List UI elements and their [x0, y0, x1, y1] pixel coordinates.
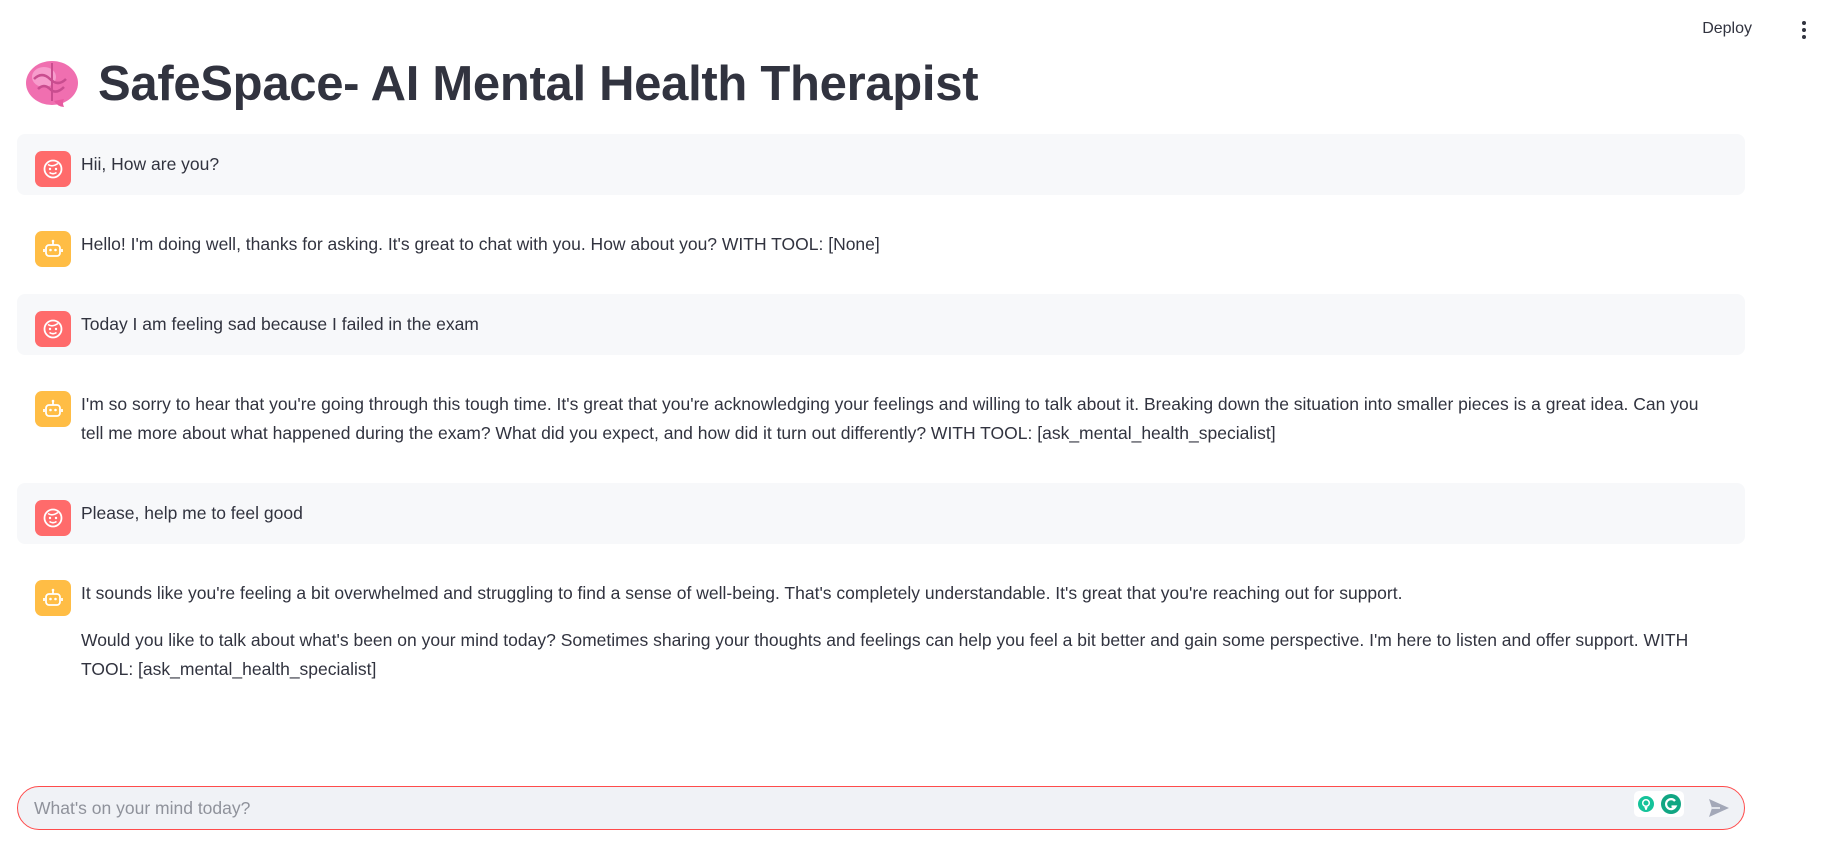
user-message: Hii, How are you?: [17, 134, 1745, 195]
message-text: Today I am feeling sad because I failed …: [81, 314, 479, 334]
assistant-message: I'm so sorry to hear that you're going t…: [17, 374, 1745, 464]
robot-icon: [43, 588, 63, 606]
robot-icon: [43, 239, 63, 257]
message-text: Would you like to talk about what's been…: [81, 630, 1689, 679]
message-text: Hii, How are you?: [81, 154, 220, 174]
assistant-avatar: [35, 391, 71, 427]
assistant-message: It sounds like you're feeling a bit over…: [17, 563, 1745, 700]
message-text: Please, help me to feel good: [81, 503, 303, 523]
page-header: SafeSpace- AI Mental Health Therapist: [24, 56, 979, 112]
user-avatar: [35, 151, 71, 187]
user-message: Today I am feeling sad because I failed …: [17, 294, 1745, 355]
user-message: Please, help me to feel good: [17, 483, 1745, 544]
message-text: Hello! I'm doing well, thanks for asking…: [81, 234, 880, 254]
chat-history: Hii, How are you? Hello! I'm doing well,…: [17, 134, 1745, 719]
top-toolbar: Deploy: [0, 0, 1830, 60]
robot-icon: [43, 399, 63, 417]
grammarly-icon[interactable]: [1660, 793, 1682, 815]
page-title: SafeSpace- AI Mental Health Therapist: [98, 57, 979, 111]
user-avatar: [35, 311, 71, 347]
user-avatar: [35, 500, 71, 536]
user-face-icon: [43, 508, 63, 528]
chat-input-container: [17, 786, 1745, 830]
kebab-menu-icon[interactable]: [1800, 21, 1808, 41]
deploy-button[interactable]: Deploy: [1702, 20, 1752, 38]
assistant-avatar: [35, 231, 71, 267]
extension-icons: [1634, 791, 1684, 817]
assistant-avatar: [35, 580, 71, 616]
user-face-icon: [43, 319, 63, 339]
message-text: I'm so sorry to hear that you're going t…: [81, 394, 1699, 443]
assistant-message: Hello! I'm doing well, thanks for asking…: [17, 214, 1745, 275]
brain-icon: [26, 61, 78, 107]
message-text: It sounds like you're feeling a bit over…: [81, 583, 1403, 603]
send-icon[interactable]: [1706, 795, 1732, 821]
lightbulb-icon[interactable]: [1637, 795, 1655, 813]
chat-input[interactable]: [34, 787, 1634, 829]
user-face-icon: [43, 159, 63, 179]
